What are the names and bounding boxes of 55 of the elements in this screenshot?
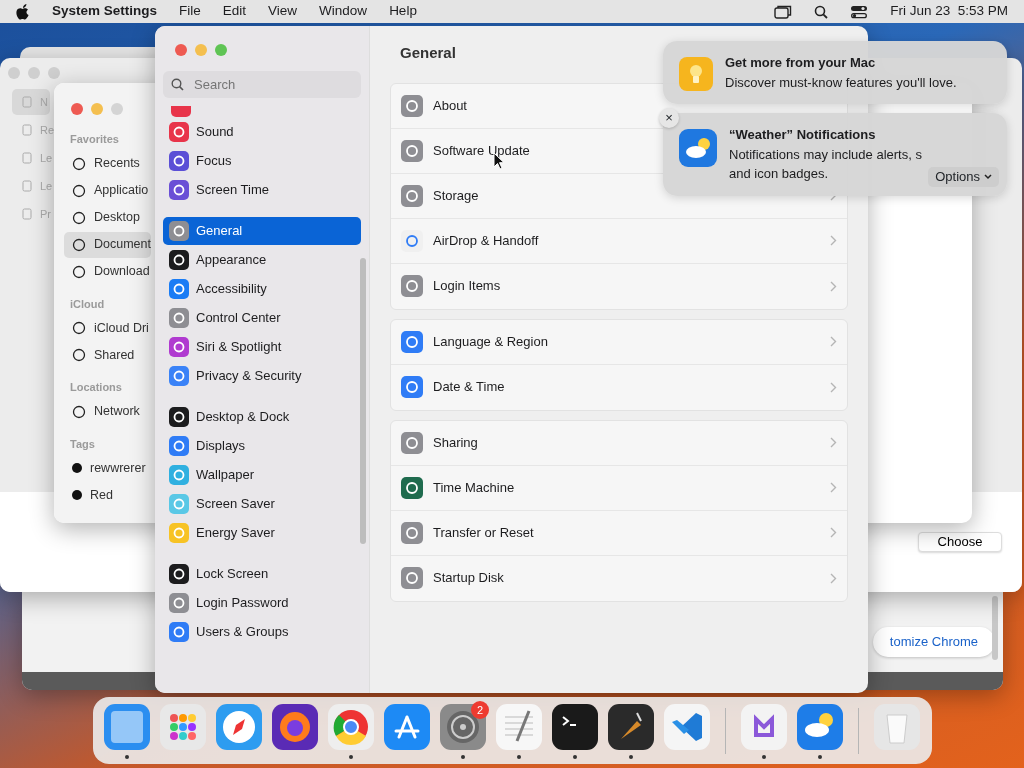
search-field[interactable]: Search bbox=[192, 73, 352, 96]
app-menu[interactable]: System Settings bbox=[52, 1, 158, 22]
settings-row[interactable]: Sharing bbox=[391, 420, 847, 466]
options-button[interactable]: Options bbox=[928, 166, 999, 187]
menu-item[interactable]: Window bbox=[319, 1, 368, 22]
sidebar-item[interactable]: rewwrerer bbox=[64, 455, 146, 481]
settings-row[interactable]: AirDrop & Handoff bbox=[391, 218, 847, 264]
sidebar-item[interactable]: Lock Screen bbox=[163, 560, 361, 588]
customize-chrome-button[interactable]: tomize Chrome bbox=[872, 627, 995, 657]
sidebar-item[interactable]: Login Password bbox=[163, 589, 361, 617]
sidebar-item[interactable]: Shared bbox=[64, 342, 135, 368]
menu-item[interactable]: View bbox=[268, 1, 298, 22]
section-heading: Locations bbox=[69, 380, 123, 395]
settings-row[interactable]: Time Machine bbox=[391, 465, 847, 511]
sidebar-item[interactable]: Desktop bbox=[64, 204, 140, 231]
section-heading: iCloud bbox=[69, 296, 106, 312]
sidebar-item[interactable]: Energy Saver bbox=[163, 519, 361, 547]
sidebar-item[interactable]: iCloud Dri bbox=[64, 315, 149, 341]
notification-title: Get more from your Mac bbox=[725, 54, 877, 72]
page-title: General bbox=[400, 43, 456, 63]
section-heading: Favorites bbox=[69, 132, 120, 147]
sidebar-item[interactable]: Siri & Spotlight bbox=[163, 333, 361, 361]
sidebar-item[interactable]: Sound bbox=[163, 118, 361, 146]
search-field[interactable]: Search bbox=[163, 71, 361, 98]
sidebar-item[interactable]: Network bbox=[64, 398, 140, 425]
sidebar-item[interactable]: Red bbox=[64, 482, 113, 508]
sidebar-item[interactable]: Recents bbox=[64, 150, 140, 177]
sidebar-item[interactable]: Control Center bbox=[163, 304, 361, 332]
sidebar-item[interactable]: Appearance bbox=[163, 246, 361, 274]
sidebar-item[interactable]: Accessibility bbox=[163, 275, 361, 303]
sidebar-item[interactable]: Focus bbox=[163, 147, 361, 175]
sidebar-item[interactable]: Wallpaper bbox=[163, 461, 361, 489]
settings-row[interactable]: Transfer or Reset bbox=[391, 510, 847, 556]
menu-item[interactable]: File bbox=[179, 1, 201, 22]
menu-item[interactable]: Edit bbox=[222, 1, 247, 22]
sidebar-item[interactable]: Privacy & Security bbox=[163, 362, 361, 390]
settings-row[interactable]: Date & Time bbox=[391, 364, 847, 410]
sidebar-item[interactable]: Applicatio bbox=[64, 177, 149, 204]
settings-row[interactable]: Language & Region bbox=[391, 319, 847, 365]
sidebar-item[interactable]: Download bbox=[64, 258, 150, 285]
sidebar-item[interactable]: Users & Groups bbox=[163, 618, 361, 646]
menu-item[interactable]: Help bbox=[389, 1, 417, 22]
clock[interactable]: Fri Jun 23 5:53 PM bbox=[890, 1, 1008, 22]
sidebar-item[interactable]: Screen Time bbox=[163, 176, 361, 204]
settings-row[interactable]: Login Items bbox=[391, 263, 847, 309]
notification[interactable]: Get more from your Mac Discover must-know features you'll love. bbox=[663, 41, 1007, 104]
sidebar-item[interactable]: Document bbox=[64, 231, 151, 258]
settings-row[interactable]: Startup Disk bbox=[391, 555, 847, 601]
sidebar-item[interactable]: Displays bbox=[163, 432, 361, 460]
section-heading: Tags bbox=[69, 436, 96, 452]
sidebar-item[interactable]: Screen Saver bbox=[163, 490, 361, 518]
sidebar-item[interactable]: General bbox=[163, 217, 361, 245]
sidebar-item[interactable]: Desktop & Dock bbox=[163, 403, 361, 431]
notification-badge: 2 bbox=[471, 701, 489, 719]
choose-button[interactable]: Choose bbox=[918, 532, 1002, 552]
